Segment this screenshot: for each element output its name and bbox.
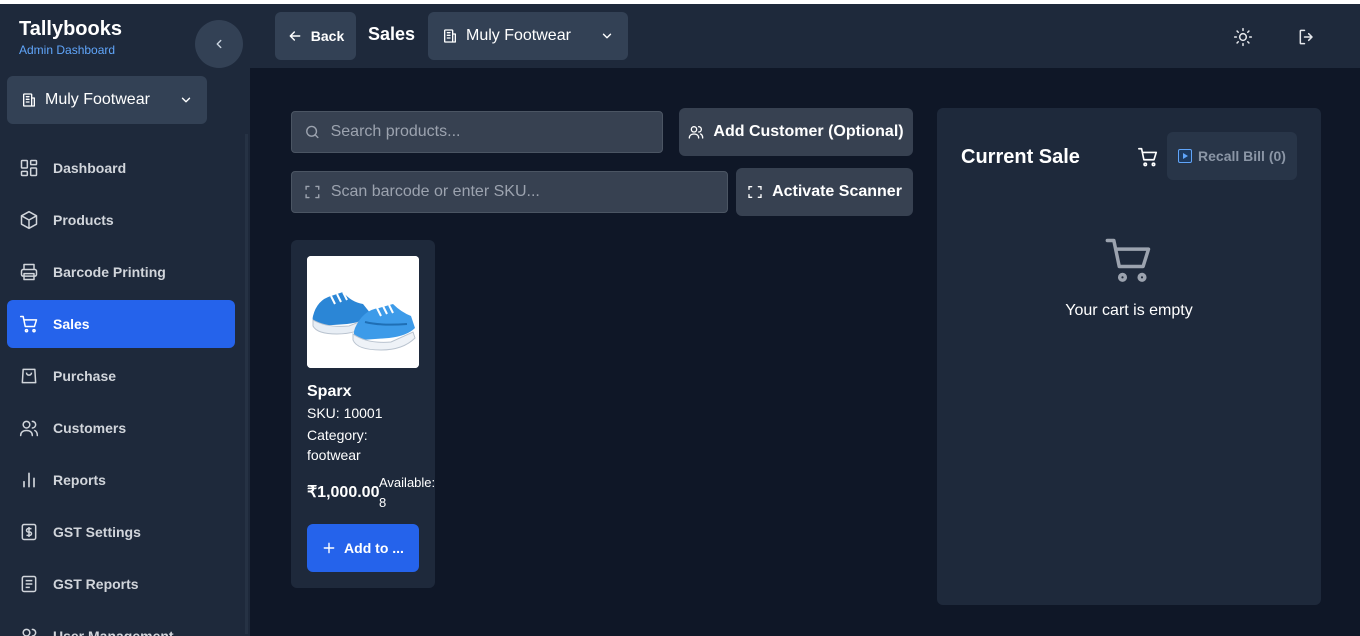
chevron-down-icon <box>181 97 191 103</box>
sidebar-store-selector[interactable]: Muly Footwear <box>7 76 207 124</box>
page-title: Sales <box>368 24 416 44</box>
sidebar-item-sales[interactable]: Sales <box>7 300 235 348</box>
sidebar-item-label: Reports <box>53 472 106 488</box>
scan-icon <box>305 185 320 199</box>
sidebar-scrollbar[interactable] <box>245 134 248 634</box>
app-subtitle: Admin Dashboard <box>19 43 116 57</box>
receipt-icon <box>21 523 37 541</box>
sun-icon <box>1233 27 1253 47</box>
sidebar-item-label: GST Reports <box>53 576 139 592</box>
top-header: Back Sales Muly Footwear <box>250 4 1360 68</box>
sidebar-item-label: Purchase <box>53 368 117 384</box>
product-image <box>307 256 419 368</box>
cart-button[interactable] <box>1135 144 1161 170</box>
sidebar-item-label: Barcode Printing <box>53 264 166 280</box>
search-icon <box>306 125 319 139</box>
users-icon <box>19 420 39 437</box>
shopping-bag-icon <box>21 368 37 384</box>
logout-button[interactable] <box>1294 24 1320 50</box>
product-search-input[interactable] <box>330 123 650 141</box>
document-icon <box>21 575 37 593</box>
arrow-left-icon <box>289 31 301 41</box>
box-icon <box>20 210 38 230</box>
sidebar-item-label: Sales <box>53 316 90 332</box>
product-search-field[interactable] <box>291 111 663 153</box>
empty-cart-icon <box>1105 238 1151 282</box>
activate-scanner-button[interactable]: Activate Scanner <box>736 168 913 216</box>
scan-icon <box>748 186 762 198</box>
dashboard-icon <box>20 159 38 177</box>
add-customer-label: Add Customer (Optional) <box>713 123 904 140</box>
sidebar-store-label: Muly Footwear <box>45 91 150 108</box>
add-to-cart-label: Add to ... <box>344 540 404 556</box>
current-sale-panel: Current Sale Recall Bill (0) Your cart i… <box>937 108 1321 605</box>
play-icon <box>1178 149 1193 163</box>
barcode-field[interactable] <box>291 171 728 213</box>
logout-icon <box>1299 29 1313 45</box>
back-button[interactable]: Back <box>275 12 356 60</box>
users-icon <box>689 126 704 139</box>
product-price: ₹1,000.00 <box>307 484 380 501</box>
sidebar-item-gst-settings[interactable]: GST Settings <box>7 508 235 556</box>
header-store-label: Muly Footwear <box>466 27 571 44</box>
collapse-sidebar-button[interactable] <box>195 20 243 68</box>
sidebar-item-products[interactable]: Products <box>7 196 235 244</box>
sidebar: Tallybooks Admin Dashboard Muly Footwear… <box>0 4 250 636</box>
cart-icon <box>1138 147 1158 167</box>
building-icon <box>23 93 35 107</box>
current-sale-title: Current Sale <box>961 146 1080 168</box>
chevron-left-icon <box>216 39 222 49</box>
theme-toggle-button[interactable] <box>1230 24 1256 50</box>
sidebar-item-purchase[interactable]: Purchase <box>7 352 235 400</box>
activate-scanner-label: Activate Scanner <box>772 183 902 200</box>
sidebar-item-reports[interactable]: Reports <box>7 456 235 504</box>
header-store-selector[interactable]: Muly Footwear <box>428 12 628 60</box>
building-icon <box>444 29 456 43</box>
app-title: Tallybooks <box>19 18 122 40</box>
printer-icon <box>20 263 38 281</box>
add-customer-button[interactable]: Add Customer (Optional) <box>679 108 913 156</box>
sidebar-item-dashboard[interactable]: Dashboard <box>7 144 235 192</box>
add-to-cart-button[interactable]: Add to ... <box>307 524 419 572</box>
sidebar-item-label: User Management <box>53 628 174 636</box>
sidebar-item-customers[interactable]: Customers <box>7 404 235 452</box>
back-button-label: Back <box>310 28 345 44</box>
recall-bill-button[interactable]: Recall Bill (0) <box>1167 132 1297 180</box>
plus-icon <box>323 542 335 554</box>
sidebar-item-label: Dashboard <box>53 160 127 176</box>
sidebar-item-gst-reports[interactable]: GST Reports <box>7 560 235 608</box>
empty-cart-message: Your cart is empty <box>1065 302 1193 319</box>
shoe-icon <box>307 256 419 368</box>
barcode-input[interactable] <box>330 183 715 201</box>
chevron-down-icon <box>602 33 612 39</box>
product-card[interactable]: Sparx SKU: 10001 Category: footwear ₹1,0… <box>291 240 435 588</box>
bar-chart-icon <box>23 472 35 488</box>
product-sku: SKU: 10001 <box>307 405 383 421</box>
sidebar-item-label: Products <box>53 212 114 228</box>
product-name: Sparx <box>307 383 352 400</box>
sidebar-item-user-management[interactable]: User Management <box>7 612 235 636</box>
sidebar-item-label: Customers <box>53 420 127 436</box>
sidebar-item-barcode-printing[interactable]: Barcode Printing <box>7 248 235 296</box>
recall-bill-label: Recall Bill (0) <box>1198 148 1286 164</box>
sidebar-nav: Dashboard Products Barcode Printing Sale… <box>7 144 235 636</box>
cart-icon <box>19 315 38 333</box>
sidebar-item-label: GST Settings <box>53 524 141 540</box>
product-category: Category: footwear <box>307 427 368 463</box>
user-group-icon <box>22 628 37 636</box>
product-available: Available: 8 <box>379 475 436 510</box>
